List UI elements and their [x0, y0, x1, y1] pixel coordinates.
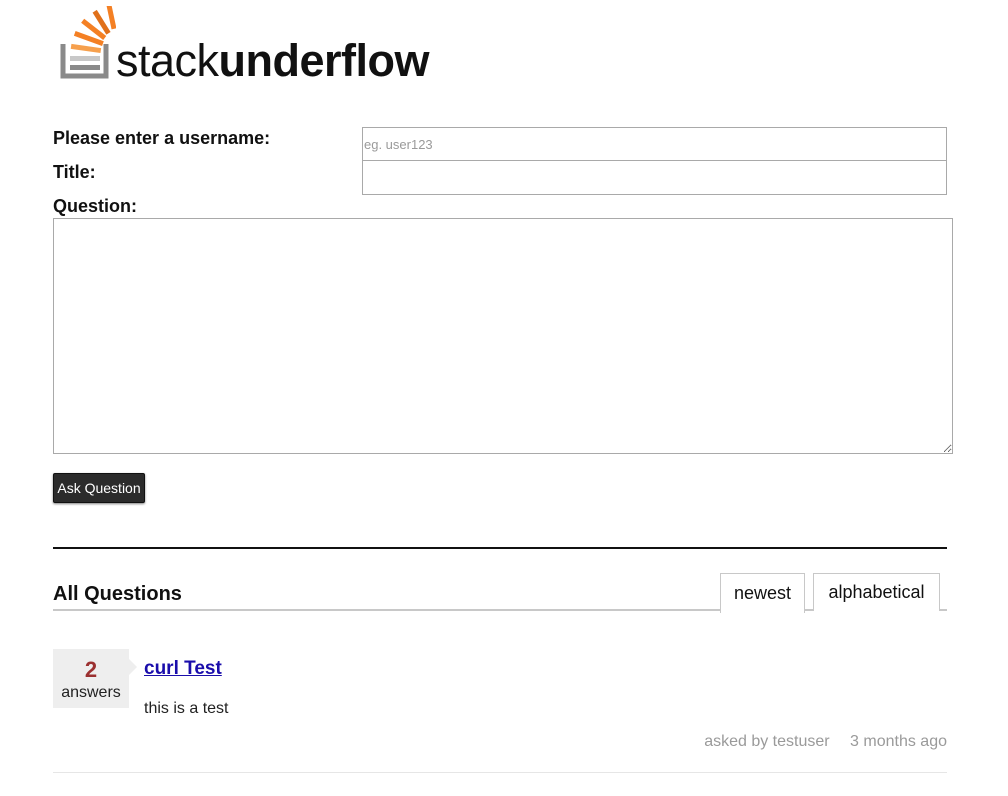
asked-by: asked by testuser — [704, 733, 830, 750]
tab-newest-label: newest — [733, 583, 792, 603]
page: stackunderflow Please enter a username: … — [0, 0, 1008, 796]
section-divider — [53, 547, 947, 549]
question-title-link[interactable]: curl Test — [144, 658, 222, 680]
logo-text-light: stack — [116, 35, 219, 86]
username-input[interactable] — [362, 127, 947, 161]
site-logo[interactable]: stackunderflow — [60, 6, 500, 86]
site-logo-text: stackunderflow — [116, 35, 430, 86]
title-input[interactable] — [362, 160, 947, 195]
answer-count-badge: 2 answers — [53, 649, 137, 708]
question-textarea[interactable] — [53, 218, 953, 454]
answer-count: 2 — [84, 657, 98, 682]
question-row-divider — [53, 772, 947, 773]
answer-count-label: answers — [61, 684, 121, 701]
tab-alphabetical-label: alphabetical — [828, 582, 925, 602]
question-body: this is a test — [144, 700, 229, 717]
ask-question-button[interactable]: Ask Question — [53, 473, 145, 503]
asked-time: 3 months ago — [850, 733, 947, 750]
stack-logo-icon — [60, 6, 116, 79]
question-label: Question: — [53, 196, 137, 216]
tab-newest[interactable]: newest — [720, 573, 805, 613]
title-label: Title: — [53, 162, 96, 182]
all-questions-heading: All Questions — [53, 583, 182, 605]
logo-text-bold: underflow — [218, 35, 430, 86]
username-label: Please enter a username: — [53, 128, 271, 148]
tab-alphabetical[interactable]: alphabetical — [813, 573, 940, 611]
question-meta: asked by testuser 3 months ago — [704, 733, 947, 751]
